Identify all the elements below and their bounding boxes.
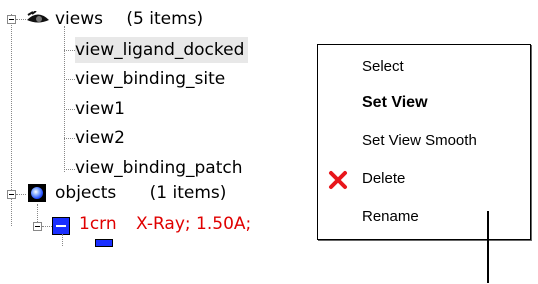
tree-node-label: view_ligand_docked [75,40,245,60]
tree-connector [62,234,63,246]
menu-item-label: Delete [362,170,406,187]
molecule-icon [95,239,113,249]
menu-item-delete[interactable]: Delete [318,161,530,197]
tree-node-label: view1 [75,99,125,119]
tree-node-objects[interactable]: objects (1 items) [55,180,226,206]
tree-node-view[interactable]: view_ligand_docked [75,37,249,63]
tree-connector [11,198,12,226]
tree-node-label: view_binding_site [75,69,226,89]
eye-icon [27,11,49,23]
molecule-icon [52,217,70,235]
menu-item-select[interactable]: Select [318,49,530,85]
tree-connector [64,169,75,170]
objects-folder-icon [28,184,46,202]
tree-connector [64,50,75,51]
delete-icon [329,171,347,189]
menu-item-set-view-smooth[interactable]: Set View Smooth [318,123,530,159]
tree-node-molecule[interactable]: 1crn X-Ray; 1.50A; [79,211,251,237]
collapse-toggle-molecule[interactable] [33,222,42,231]
tree-connector [16,194,26,195]
tree-node-count: (1 items) [149,183,227,203]
tree-connector [64,109,75,110]
tree-node-view[interactable]: view_binding_patch [75,155,243,181]
tree-node-count: (5 items) [126,9,204,29]
tree-connector [64,79,75,80]
collapse-toggle-views[interactable] [7,15,16,24]
tree-connector [42,226,52,227]
menu-item-label: Set View Smooth [362,132,477,149]
tree-node-label: objects [55,183,117,203]
menu-item-set-view[interactable]: Set View [318,85,530,121]
tree-node-view[interactable]: view2 [75,125,125,151]
text-cursor [487,211,489,283]
menu-item-rename[interactable]: Rename [318,199,530,235]
tree-node-label: views [55,9,104,29]
tree-connector [11,14,12,194]
context-menu: Select Set View Set View Smooth Delete R… [317,44,531,240]
tree-node-view[interactable]: view1 [75,96,125,122]
tree-connector [37,204,38,224]
tree-node-label: 1crn [79,214,117,234]
tree-connector [16,19,26,20]
menu-item-label: Rename [362,208,419,225]
tree-node-label: view_binding_patch [75,158,243,178]
tree-connector [64,138,75,139]
menu-item-label: Set View [362,94,428,111]
collapse-toggle-objects[interactable] [7,190,16,199]
tree-node-views[interactable]: views (5 items) [55,6,203,32]
tree-node-view[interactable]: view_binding_site [75,66,225,92]
menu-item-label: Select [362,58,404,75]
tree-node-label: view2 [75,128,125,148]
tree-node-info: X-Ray; 1.50A; [136,214,252,234]
tree-connector [64,26,65,172]
